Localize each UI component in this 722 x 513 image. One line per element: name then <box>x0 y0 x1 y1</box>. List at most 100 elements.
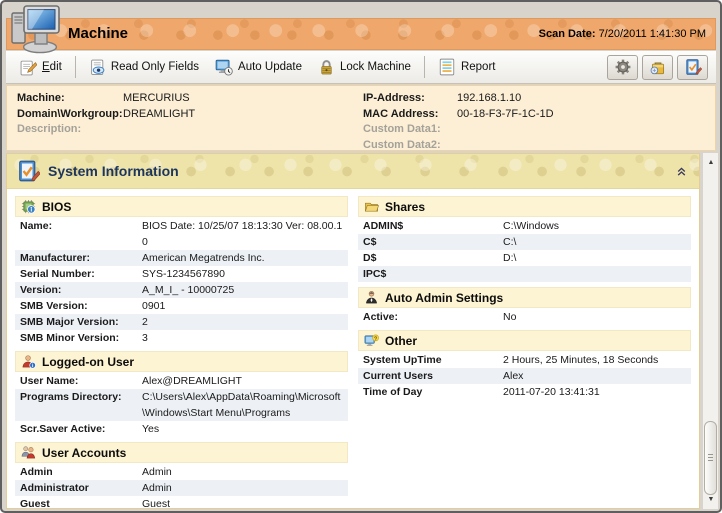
table-row: Administrator Admin <box>15 480 348 496</box>
section-title: Auto Admin Settings <box>385 290 504 305</box>
read-only-fields-button[interactable]: Read Only Fields <box>81 56 207 79</box>
scroll-thumb[interactable] <box>704 421 717 495</box>
system-information-header: System Information <box>7 154 699 189</box>
system-information-panel: System Information BIOS Name: BIOS Date: 1… <box>6 153 700 509</box>
row-label: Time of Day <box>363 386 423 398</box>
row-value: Yes <box>142 423 160 435</box>
row-value: 3 <box>142 332 148 344</box>
system-information-body: BIOS Name: BIOS Date: 10/25/07 18:13:30 Ve… <box>7 190 699 508</box>
section-header: User Accounts <box>15 442 348 463</box>
row-label: SMB Minor Version: <box>20 332 120 344</box>
table-row: Current Users Alex <box>358 368 691 384</box>
field-label: Description: <box>17 123 82 135</box>
row-value: Alex <box>503 370 524 382</box>
report-button[interactable]: Report <box>430 55 504 79</box>
scan-date-label: Scan Date: <box>538 28 596 40</box>
section-other: Other System UpTime 2 Hours, 25 Minutes, 1… <box>358 330 691 400</box>
tasks-button[interactable] <box>677 54 708 80</box>
row-label: Current Users <box>363 370 434 382</box>
row-value: SYS-1234567890 <box>142 268 225 280</box>
row-label: Administrator <box>20 482 89 494</box>
table-row: Programs Directory: C:\Users\Alex\AppData… <box>15 389 348 421</box>
scroll-down-button[interactable]: ▼ <box>703 492 719 507</box>
table-row: Time of Day 2011-07-20 13:41:31 <box>358 384 691 400</box>
machine-info-right: IP-Address: 192.168.1.10 MAC Address: 00-18… <box>363 91 554 153</box>
toolbar-button-label: Lock Machine <box>339 61 411 73</box>
toolbar: Edit Read Only Fields Auto Update Lock Mach… <box>6 51 716 84</box>
info-field-domain-workgroup: Domain\Workgroup: DREAMLIGHT <box>17 107 195 123</box>
scroll-up-button[interactable]: ▲ <box>703 155 719 170</box>
row-value: C:\Users\Alex\AppData\Roaming\Microsoft\… <box>142 391 341 419</box>
field-label: Machine: <box>17 92 65 104</box>
section-title: BIOS <box>42 199 72 214</box>
row-label: Version: <box>20 284 62 296</box>
options-button[interactable] <box>607 54 638 80</box>
row-value: 0901 <box>142 300 166 312</box>
row-value: American Megatrends Inc. <box>142 252 265 264</box>
row-label: Serial Number: <box>20 268 95 280</box>
table-row: C$ C:\ <box>358 234 691 250</box>
table-row: Manufacturer: American Megatrends Inc. <box>15 250 348 266</box>
section-title: Other <box>385 333 418 348</box>
row-label: ADMIN$ <box>363 220 404 232</box>
section-header: Auto Admin Settings <box>358 287 691 308</box>
table-row: Admin Admin <box>15 464 348 480</box>
table-row: SMB Major Version: 2 <box>15 314 348 330</box>
row-label: SMB Major Version: <box>20 316 119 328</box>
lock-machine-button[interactable]: Lock Machine <box>310 56 419 79</box>
row-value: Alex@DREAMLIGHT <box>142 375 242 387</box>
row-value: Admin <box>142 466 172 478</box>
shares-icon <box>364 199 379 214</box>
row-value: Guest <box>142 498 171 508</box>
row-label: SMB Version: <box>20 300 88 312</box>
row-value: C:\ <box>503 236 517 248</box>
read-only-fields-icon <box>89 59 106 76</box>
info-field-ip-address: IP-Address: 192.168.1.10 <box>363 91 554 107</box>
table-row: User Name: Alex@DREAMLIGHT <box>15 373 348 389</box>
section-header: Other <box>358 330 691 351</box>
table-row: SMB Minor Version: 3 <box>15 330 348 346</box>
row-value: No <box>503 311 517 323</box>
computer-icon <box>10 4 64 54</box>
auto-update-button[interactable]: Auto Update <box>207 55 310 79</box>
auto-admin-icon <box>364 290 379 305</box>
collapse-section-button[interactable] <box>672 162 690 180</box>
table-row: SMB Version: 0901 <box>15 298 348 314</box>
table-row: ADMIN$ C:\Windows <box>358 218 691 234</box>
row-value: D:\ <box>503 252 517 264</box>
edit-button[interactable]: Edit <box>12 56 70 79</box>
system-information-icon <box>16 159 40 183</box>
table-row: Serial Number: SYS-1234567890 <box>15 266 348 282</box>
row-label: C$ <box>363 236 377 248</box>
row-value: A_M_I_ - 10000725 <box>142 284 235 296</box>
page-title: Machine <box>68 25 129 42</box>
toolbar-button-label: Report <box>460 61 496 73</box>
info-field-machine: Machine: MERCURIUS <box>17 91 195 107</box>
toolbar-button-group: Edit Read Only Fields Auto Update Lock Mach… <box>12 51 503 83</box>
section-rows: Name: BIOS Date: 10/25/07 18:13:30 Ver: 0… <box>15 217 348 346</box>
row-label: Programs Directory: <box>20 391 122 403</box>
row-label: D$ <box>363 252 377 264</box>
logged-on-user-icon <box>21 354 36 369</box>
gear-icon <box>614 58 632 76</box>
table-row: D$ D:\ <box>358 250 691 266</box>
row-label: Name: <box>20 220 53 232</box>
row-label: Guest <box>20 498 50 508</box>
section-header: Shares <box>358 196 691 217</box>
row-label: Active: <box>363 311 399 323</box>
bios-icon <box>21 199 36 214</box>
section-auto-admin-settings: Auto Admin Settings Active: No <box>358 287 691 325</box>
vertical-scrollbar[interactable]: ▲ ▼ <box>702 153 718 509</box>
row-label: Admin <box>20 466 53 478</box>
table-row: Guest Guest <box>15 496 348 508</box>
tools-button[interactable] <box>642 54 673 80</box>
machine-window: Machine Scan Date: 7/20/2011 1:41:30 PM … <box>0 0 722 513</box>
scan-date: Scan Date: 7/20/2011 1:41:30 PM <box>539 28 706 40</box>
edit-icon <box>20 59 37 76</box>
row-label: Manufacturer: <box>20 252 91 264</box>
row-value: C:\Windows <box>503 220 560 232</box>
sysinfo-column-right: Shares ADMIN$ C:\Windows C$ C:\ D$ D:\ IPC$ Auto… <box>358 196 691 502</box>
lock-machine-icon <box>318 59 335 76</box>
table-row: Name: BIOS Date: 10/25/07 18:13:30 Ver: 0… <box>15 218 348 250</box>
toolbar-separator <box>74 56 76 78</box>
